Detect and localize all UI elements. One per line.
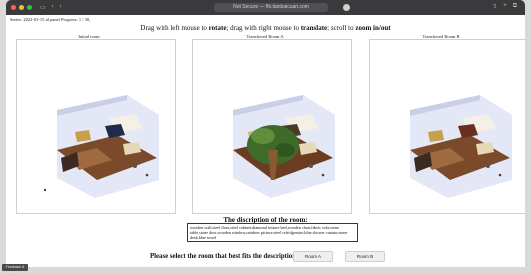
instruction-text: Drag with left mouse to [140, 24, 209, 32]
viewer-room-b[interactable] [369, 39, 525, 214]
room-b-button[interactable]: Room B [345, 251, 385, 262]
viewer-initial-room[interactable] [16, 39, 176, 214]
privacy-icon[interactable] [343, 4, 350, 11]
window-controls [11, 5, 32, 10]
instruction-zoom: zoom in/out [355, 24, 391, 32]
forward-icon[interactable]: › [60, 4, 62, 11]
browser-toolbar: ▭ ‹ › Not Secure — ffs.tianbaicuan.com ⇧… [6, 0, 525, 15]
instruction-rotate: rotate [208, 24, 227, 32]
page: Series: 2022-03-15 id panel Progress: 1 … [6, 15, 525, 267]
series-progress: Series: 2022-03-15 id panel Progress: 1 … [10, 17, 91, 22]
sidebar-icon[interactable]: ▭ [40, 4, 46, 11]
instruction-text: ; scroll to [327, 24, 356, 32]
back-icon[interactable]: ‹ [52, 4, 54, 11]
instructions: Drag with left mouse to rotate; drag wit… [6, 24, 525, 32]
maximize-window-button[interactable] [27, 5, 32, 10]
address-bar[interactable]: Not Secure — ffs.tianbaicuan.com [214, 3, 328, 12]
room-a-button[interactable]: Room A [293, 251, 333, 262]
description-text: wooden wall,steel floor,steel cabinet,di… [187, 223, 358, 242]
room-render-a [233, 95, 335, 198]
instruction-text: ; drag with right mouse to [226, 24, 301, 32]
minimize-window-button[interactable] [19, 5, 24, 10]
new-tab-icon[interactable]: + [503, 3, 507, 10]
tabs-icon[interactable]: ⧉ [513, 3, 517, 10]
share-icon[interactable]: ⇧ [492, 3, 497, 10]
room-render-b [410, 95, 512, 198]
instruction-translate: translate [300, 24, 328, 32]
selection-row: Please select the room that best fits th… [6, 251, 525, 265]
close-window-button[interactable] [11, 5, 16, 10]
feedback-button[interactable]: Feedback & Help [2, 264, 28, 273]
room-render-initial [43, 95, 159, 198]
viewer-room-a[interactable] [192, 39, 352, 214]
selection-prompt: Please select the room that best fits th… [150, 253, 299, 260]
